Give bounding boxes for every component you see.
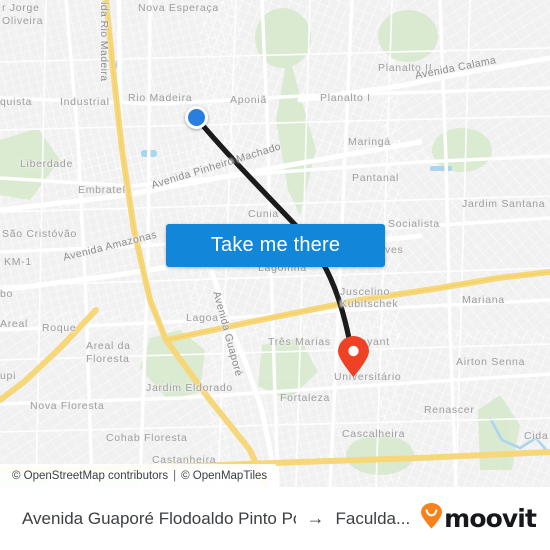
moovit-wordmark: moovit — [444, 504, 537, 533]
route-summary: Avenida Guaporé Flodoaldo Pinto Port... … — [22, 508, 410, 529]
attribution-osm[interactable]: © OpenStreetMap contributors — [12, 470, 168, 482]
moovit-logo[interactable]: moovit — [420, 503, 537, 534]
origin-marker[interactable] — [185, 106, 208, 129]
route-destination-label: Faculda... — [335, 508, 411, 528]
map-attribution: © OpenStreetMap contributors | © OpenMap… — [0, 464, 277, 487]
moovit-pin-icon — [420, 503, 443, 534]
moovit-map-screen: r Jorge Oliveira Nova Esperaça Planalto II P… — [0, 0, 550, 550]
attribution-separator: | — [173, 469, 177, 482]
footer-bar: Avenida Guaporé Flodoaldo Pinto Port... … — [0, 487, 550, 550]
take-me-there-button[interactable]: Take me there — [166, 224, 385, 267]
destination-marker[interactable] — [337, 336, 370, 378]
attribution-openmaptiles[interactable]: © OpenMapTiles — [181, 470, 267, 482]
map-canvas[interactable]: r Jorge Oliveira Nova Esperaça Planalto II P… — [0, 0, 550, 487]
arrow-right-icon: → — [306, 508, 325, 528]
route-origin-label: Avenida Guaporé Flodoaldo Pinto Port... — [22, 508, 296, 528]
